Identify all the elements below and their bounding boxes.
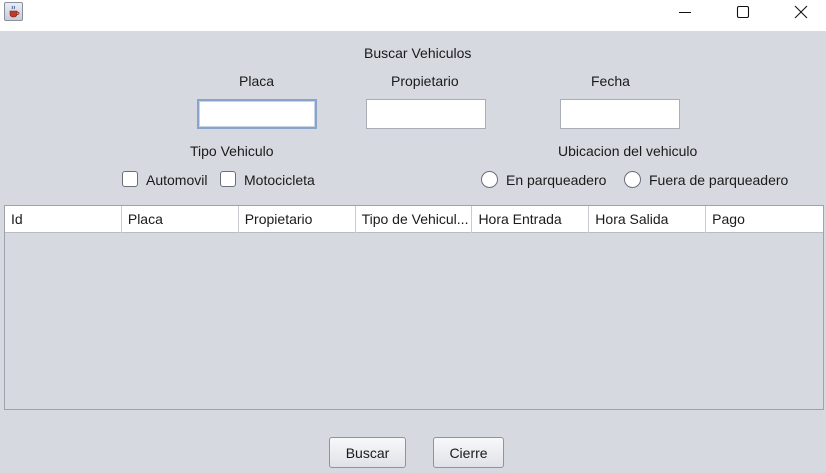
en-parqueadero-radio[interactable] xyxy=(481,171,498,188)
minimize-icon xyxy=(679,12,691,13)
automovil-label[interactable]: Automovil xyxy=(146,172,207,188)
java-cup-icon[interactable] xyxy=(4,2,23,21)
cierre-button[interactable]: Cierre xyxy=(433,437,504,468)
minimize-button[interactable] xyxy=(656,0,714,24)
column-header-pago[interactable]: Pago xyxy=(706,206,823,233)
ubicacion-label: Ubicacion del vehiculo xyxy=(558,143,698,159)
automovil-checkbox[interactable] xyxy=(122,171,138,187)
column-header-hora-salida[interactable]: Hora Salida xyxy=(589,206,707,233)
close-button[interactable] xyxy=(772,0,826,24)
placa-label: Placa xyxy=(239,73,275,89)
fecha-input[interactable] xyxy=(560,99,680,129)
maximize-icon xyxy=(736,5,750,19)
title-bar xyxy=(0,0,826,31)
placa-input[interactable] xyxy=(197,99,317,129)
motocicleta-checkbox[interactable] xyxy=(220,171,236,187)
motocicleta-label[interactable]: Motocicleta xyxy=(244,172,315,188)
tipo-vehiculo-label: Tipo Vehiculo xyxy=(190,143,274,159)
results-table[interactable]: Id Placa Propietario Tipo de Vehicul... … xyxy=(4,205,824,410)
propietario-input[interactable] xyxy=(366,99,486,129)
column-header-propietario[interactable]: Propietario xyxy=(239,206,356,233)
fuera-parqueadero-label[interactable]: Fuera de parqueadero xyxy=(649,172,788,188)
column-header-hora-entrada[interactable]: Hora Entrada xyxy=(472,206,590,233)
buscar-button[interactable]: Buscar xyxy=(329,437,406,468)
fecha-label: Fecha xyxy=(591,73,630,89)
en-parqueadero-label[interactable]: En parqueadero xyxy=(506,172,606,188)
column-header-tipo[interactable]: Tipo de Vehicul... xyxy=(356,206,473,233)
table-header: Id Placa Propietario Tipo de Vehicul... … xyxy=(5,206,823,233)
column-header-id[interactable]: Id xyxy=(5,206,122,233)
maximize-button[interactable] xyxy=(714,0,772,24)
fuera-parqueadero-radio[interactable] xyxy=(624,171,641,188)
close-icon xyxy=(794,5,808,19)
propietario-label: Propietario xyxy=(391,73,459,89)
column-header-placa[interactable]: Placa xyxy=(122,206,239,233)
form-title: Buscar Vehiculos xyxy=(364,45,472,61)
